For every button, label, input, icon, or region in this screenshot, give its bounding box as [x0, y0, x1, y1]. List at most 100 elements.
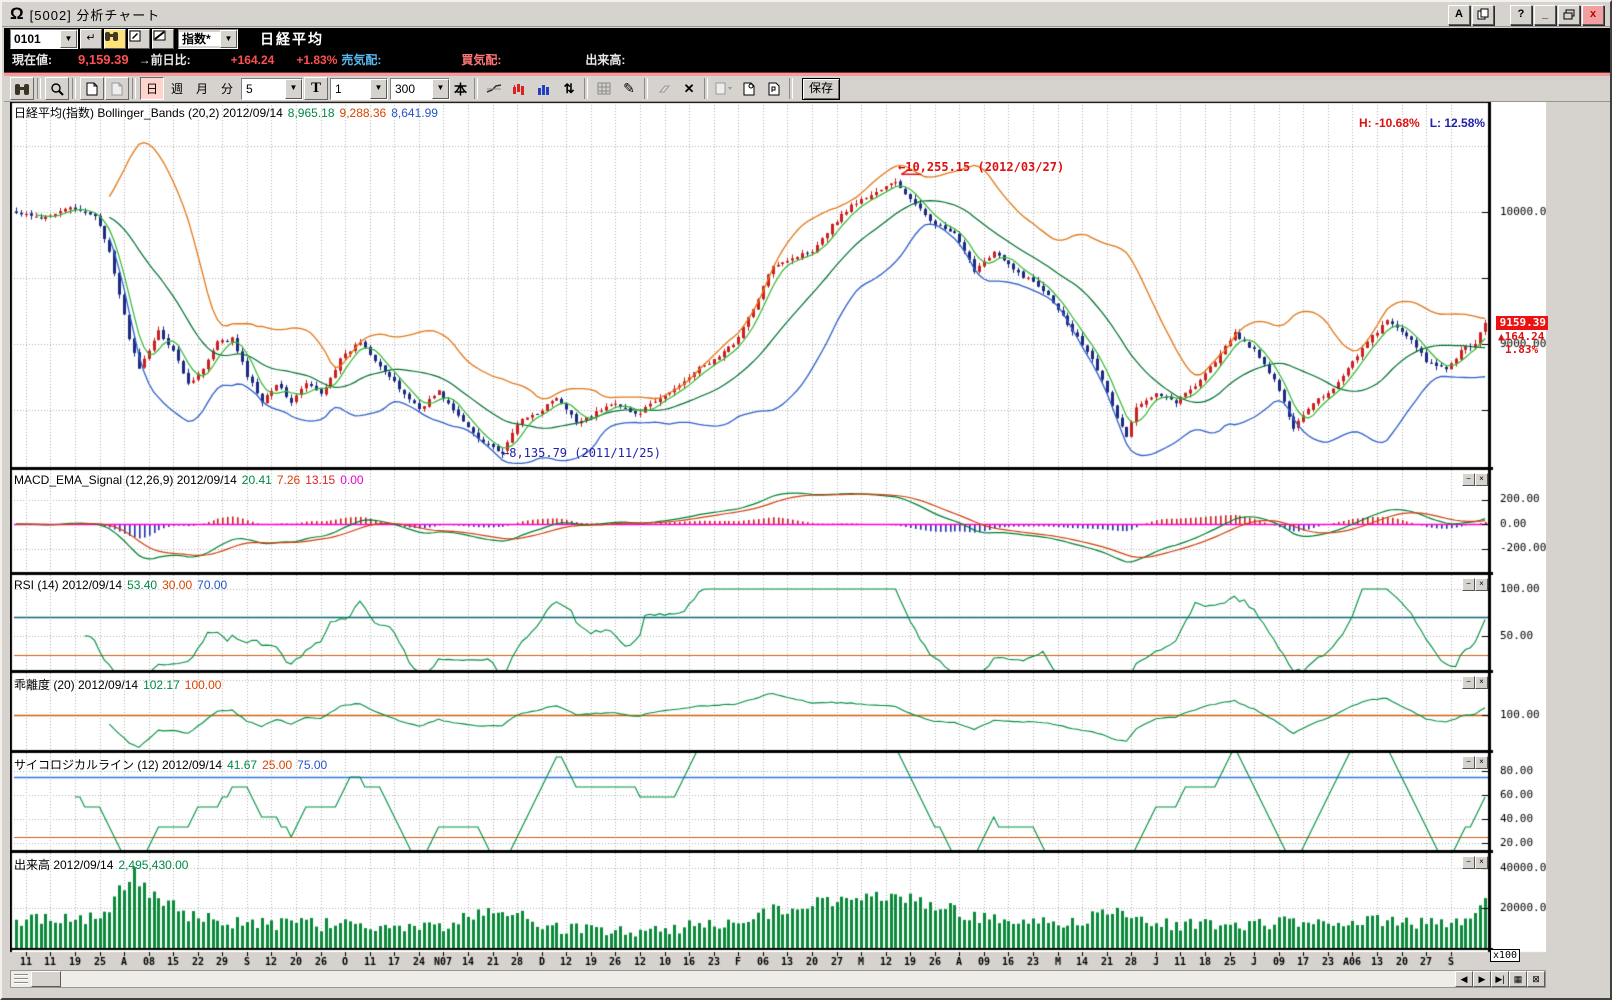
template-page-button[interactable] [737, 77, 761, 100]
clear-button[interactable] [152, 29, 174, 49]
scale-updown-button[interactable]: ⇅ [557, 77, 581, 100]
page-icon [86, 82, 98, 96]
minute-interval-select[interactable]: 5 ▼ [241, 78, 303, 100]
rsi-panel-header: RSI (14) 2012/09/1453.4030.0070.00 [14, 578, 227, 592]
layout-copy-button[interactable] [712, 77, 736, 100]
blue-bars-icon [537, 82, 551, 96]
macd-minimize-button[interactable]: − [1462, 473, 1475, 486]
window-buttons: A ? _ x [1446, 5, 1604, 25]
rsi-close-button[interactable]: × [1475, 578, 1488, 591]
edit-button[interactable] [128, 29, 150, 49]
deviation-panel-header: 乖離度 (20) 2012/09/14102.17100.00 [14, 676, 221, 693]
text-tool-button[interactable]: T [304, 77, 328, 100]
duplicate-window-button[interactable] [1472, 5, 1494, 25]
chevron-down-icon[interactable]: ▼ [432, 79, 449, 99]
page-p-icon [768, 82, 780, 96]
volume-close-button[interactable]: × [1475, 856, 1488, 869]
scroll-left-button[interactable]: ◀ [1455, 971, 1473, 987]
eraser-button[interactable] [652, 77, 676, 100]
binoculars-icon [105, 30, 118, 41]
analysis-chart-window: Ω [5002] 分析チャート A ? _ x 0101 ▼ ↵ [0, 0, 1612, 1000]
scroll-right-button[interactable]: ▶ [1473, 971, 1491, 987]
grid-icon [597, 82, 611, 95]
chevron-down-icon[interactable]: ▼ [285, 79, 302, 99]
eraser-icon [657, 84, 671, 94]
chevron-down-icon[interactable]: ▼ [220, 30, 237, 48]
app-logo-icon: Ω [10, 4, 24, 24]
enter-button[interactable]: ↵ [80, 29, 102, 49]
page-icon [743, 82, 755, 96]
save-button[interactable]: 保存 [802, 78, 840, 100]
magnifier-icon [50, 82, 64, 96]
grid-toggle-button[interactable] [592, 77, 616, 100]
bb-upper-value: 9,288.36 [340, 106, 387, 120]
price-label: 現在値: [12, 51, 52, 68]
horizontal-scrollbar[interactable]: ◀ ▶ ▶| ▦ ⊠ [10, 970, 1546, 988]
chart-canvas[interactable] [10, 102, 1546, 968]
search-binoculars-button[interactable] [104, 29, 126, 49]
current-price: 9,159.39 [78, 52, 129, 67]
chart-area: 日経平均(指数) Bollinger_Bands (20,2) 2012/09/… [10, 102, 1546, 968]
scroll-end-button[interactable]: ▶| [1491, 971, 1509, 987]
up-down-arrows-icon: ⇅ [564, 81, 575, 97]
low-change-label: L: 12.58% [1430, 116, 1485, 130]
bar-count-value: 300 [391, 82, 432, 96]
quote-bar: 0101 ▼ ↵ 指数* ▼ 日経平均 現在値: 9,159.39 →前日比: [4, 28, 1610, 72]
minimize-button[interactable]: _ [1534, 5, 1556, 25]
psychological-minimize-button[interactable]: − [1462, 756, 1475, 769]
line-chart-type-button[interactable] [482, 77, 506, 100]
category-combo[interactable]: 指数* ▼ [178, 29, 238, 49]
deviation-minimize-button[interactable]: − [1462, 676, 1475, 689]
delete-drawing-button[interactable]: ✕ [677, 77, 701, 100]
template-page2-button[interactable] [762, 77, 786, 100]
scrollbar-track[interactable] [61, 971, 1455, 987]
high-change-label: H: -10.68% [1359, 116, 1420, 130]
zoom-button[interactable] [45, 77, 69, 100]
resize-grip[interactable] [11, 971, 31, 987]
bar-count-select[interactable]: 300 ▼ [390, 78, 450, 100]
scroll-grid-button[interactable]: ▦ [1509, 971, 1527, 987]
volume-minimize-button[interactable]: − [1462, 856, 1475, 869]
psychological-close-button[interactable]: × [1475, 756, 1488, 769]
volume-multiplier-label: x100 [1490, 949, 1520, 962]
close-button[interactable]: x [1582, 5, 1604, 25]
draw-tool-button[interactable]: ✎ [617, 77, 641, 100]
pencil-icon: ✎ [623, 80, 635, 97]
scroll-close-button[interactable]: ⊠ [1527, 971, 1545, 987]
symbol-code-value: 0101 [11, 32, 60, 46]
period-day-button[interactable]: 日 [140, 77, 164, 100]
current-price-diff: ▲164.24 [1498, 330, 1544, 343]
x-icon: ✕ [684, 81, 695, 97]
volume-panel-header: 出来高 2012/09/142,495,430.00 [14, 856, 188, 873]
copy-dropdown-icon [715, 82, 733, 95]
trough-annotation: ←8,135.79 (2011/11/25) [502, 446, 661, 460]
chevron-down-icon[interactable]: ▼ [370, 79, 387, 99]
period-minute-button[interactable]: 分 [215, 77, 239, 100]
tick-unit-value: 1 [331, 82, 370, 96]
period-month-button[interactable]: 月 [190, 77, 214, 100]
macd-panel-header: MACD_EMA_Signal (12,26,9) 2012/09/1420.4… [14, 473, 364, 487]
bars-unit-label: 本 [454, 79, 467, 98]
bb-lower-value: 8,641.99 [391, 106, 438, 120]
period-week-button[interactable]: 週 [165, 77, 189, 100]
binoculars-icon [15, 82, 29, 95]
peak-annotation: ←10,255.15 (2012/03/27) [898, 160, 1064, 174]
scrollbar-thumb[interactable] [31, 971, 61, 987]
deviation-close-button[interactable]: × [1475, 676, 1488, 689]
chevron-down-icon[interactable]: ▼ [60, 30, 77, 48]
rsi-minimize-button[interactable]: − [1462, 578, 1475, 591]
copy-page-button[interactable] [105, 77, 129, 100]
new-page-button[interactable] [80, 77, 104, 100]
restore-button[interactable] [1558, 5, 1580, 25]
tick-unit-select[interactable]: 1 ▼ [330, 78, 388, 100]
symbol-code-combo[interactable]: 0101 ▼ [10, 29, 78, 49]
help-button[interactable]: ? [1510, 5, 1532, 25]
macd-close-button[interactable]: × [1475, 473, 1488, 486]
bar-chart-type-button[interactable] [532, 77, 556, 100]
current-price-tag: 9159.39 [1496, 316, 1548, 330]
font-button[interactable]: A [1448, 5, 1470, 25]
compare-button[interactable] [10, 77, 34, 100]
category-value: 指数* [179, 32, 220, 46]
title-bar[interactable]: Ω [5002] 分析チャート [2, 2, 1610, 27]
candle-chart-type-button[interactable] [507, 77, 531, 100]
